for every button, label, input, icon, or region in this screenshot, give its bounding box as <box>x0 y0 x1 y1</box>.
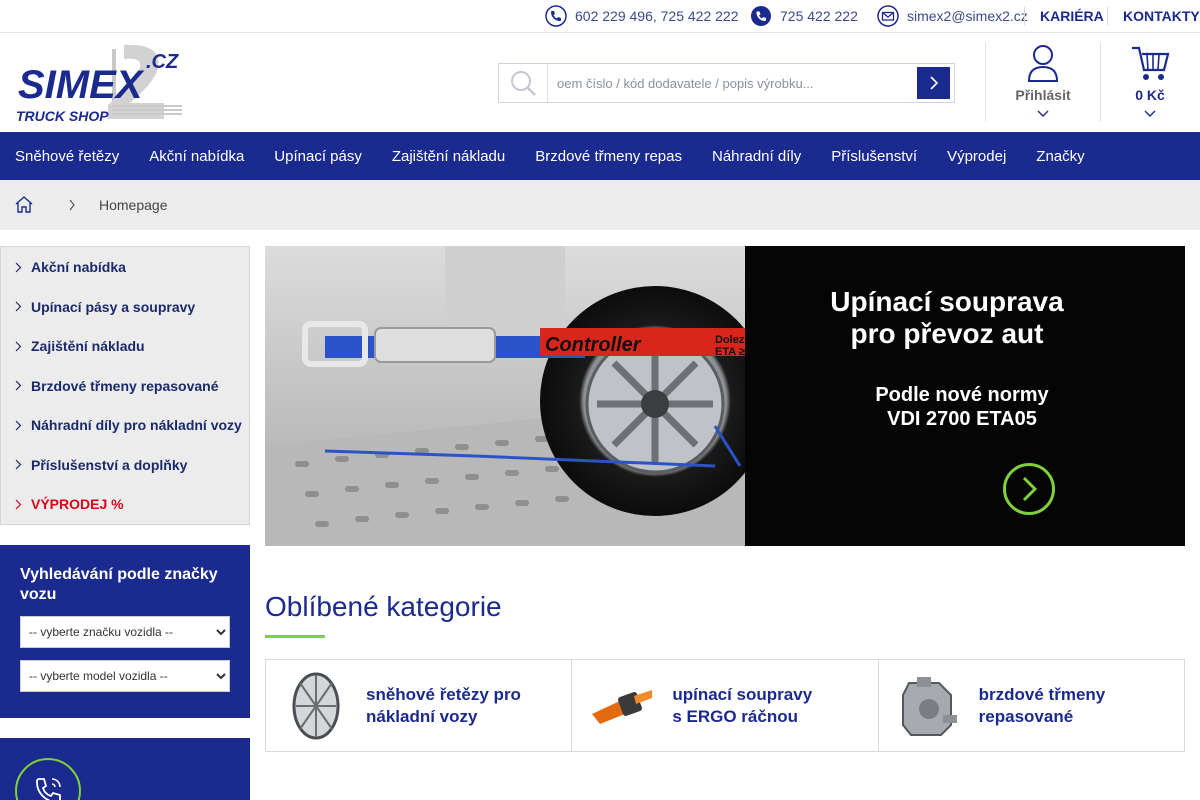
nav-item-accessories[interactable]: Příslušenství <box>831 148 917 165</box>
banner-next-button[interactable] <box>1003 463 1055 515</box>
cart-button[interactable]: 0 Kč <box>1122 43 1178 122</box>
favorites-title: Oblíbené kategorie <box>265 591 502 622</box>
snow-chain-image <box>266 660 366 751</box>
favorite-categories: sněhové řetězy pro nákladní vozy upínací … <box>265 659 1185 752</box>
logo-main: SIMEX <box>18 63 145 107</box>
sidebar-item-sale[interactable]: VÝPRODEJ % <box>1 484 249 524</box>
chevron-right-icon <box>15 459 25 470</box>
chevron-right-icon <box>15 420 25 431</box>
favorite-snow-chains[interactable]: sněhové řetězy pro nákladní vozy <box>266 660 573 751</box>
chevron-right-icon <box>15 499 25 510</box>
site-logo[interactable]: SIMEX .CZ TRUCK SHOP <box>16 43 184 124</box>
sidebar-categories: Akční nabídka Upínací pásy a soupravy Za… <box>0 246 250 525</box>
chevron-right-icon <box>68 198 76 216</box>
chevron-right-icon <box>929 76 938 90</box>
ratchet-strap-image <box>572 660 672 751</box>
cart-total: 0 Kč <box>1135 87 1165 103</box>
nav-item-sale[interactable]: Výprodej <box>947 148 1006 165</box>
email-contact[interactable]: simex2@simex2.cz <box>877 0 1028 32</box>
favorite-label: upínací soupravy s ERGO ráčnou <box>672 684 813 726</box>
phone-icon <box>545 5 567 27</box>
breadcrumb: Homepage <box>0 180 1200 230</box>
sidebar-item-spare-parts[interactable]: Náhradní díly pro nákladní vozy <box>1 405 249 445</box>
nav-item-brands[interactable]: Značky <box>1036 148 1084 165</box>
chevron-down-icon <box>1037 110 1049 117</box>
contacts-link[interactable]: KONTAKTY <box>1123 0 1200 32</box>
chevron-down-icon <box>1144 110 1156 117</box>
banner-subtitle: Podle nové normy VDI 2700 ETA05 <box>875 384 1049 430</box>
sidebar-item-label: Upínací pásy a soupravy <box>31 298 196 315</box>
top-bar: 602 229 496, 725 422 222 725 422 222 sim… <box>0 0 1200 33</box>
promo-banner[interactable]: Controller Dolezych ETA ≥ 0.5 Upínací so… <box>265 246 1185 546</box>
header-divider <box>985 43 986 122</box>
search-input[interactable] <box>557 64 912 102</box>
search-bar <box>498 63 955 103</box>
cart-icon <box>1132 46 1170 80</box>
whatsapp-text: 725 422 222 <box>780 8 858 24</box>
brand-search-title: Vyhledávání podle značky vozu <box>20 566 218 603</box>
sidebar-item-label: Akční nabídka <box>31 259 126 275</box>
favorite-brake-calipers[interactable]: brzdové třmeny repasované <box>879 660 1184 751</box>
career-link[interactable]: KARIÉRA <box>1040 0 1104 32</box>
nav-item-special-offer[interactable]: Akční nabídka <box>149 148 244 165</box>
call-box <box>0 738 250 800</box>
phone-icon[interactable] <box>15 758 81 800</box>
vehicle-brand-select[interactable]: -- vyberte značku vozidla -- <box>20 616 230 648</box>
sidebar-item-special-offer[interactable]: Akční nabídka <box>1 247 249 287</box>
vehicle-brand-search: Vyhledávání podle značky vozu -- vyberte… <box>0 545 250 718</box>
banner-title: Upínací souprava pro převoz aut <box>830 286 1064 349</box>
nav-item-snow-chains[interactable]: Sněhové řetězy <box>15 148 119 165</box>
phone-contact[interactable]: 602 229 496, 725 422 222 <box>545 0 739 32</box>
nav-item-load-securing[interactable]: Zajištění nákladu <box>392 148 505 165</box>
sidebar-item-label: Brzdové třmeny repasované <box>31 377 219 394</box>
sidebar-item-label: VÝPRODEJ % <box>31 496 124 512</box>
sidebar-item-label: Příslušenství a doplňky <box>31 456 188 473</box>
main-nav: Sněhové řetězy Akční nabídka Upínací pás… <box>0 132 1200 180</box>
chevron-right-icon <box>15 380 25 391</box>
email-icon <box>877 5 899 27</box>
home-icon[interactable] <box>14 195 34 218</box>
sidebar-item-accessories[interactable]: Příslušenství a doplňky <box>1 445 249 485</box>
phone-text: 602 229 496, 725 422 222 <box>575 8 739 24</box>
chevron-right-icon <box>1022 476 1038 502</box>
nav-item-lashing-straps[interactable]: Upínací pásy <box>274 148 362 165</box>
nav-item-spare-parts[interactable]: Náhradní díly <box>712 148 801 165</box>
favorites-underline <box>265 635 325 638</box>
login-button[interactable]: Přihlásit <box>1005 43 1081 122</box>
favorite-ratchet-straps[interactable]: upínací soupravy s ERGO ráčnou <box>572 660 879 751</box>
topbar-divider <box>1107 7 1108 25</box>
breadcrumb-current: Homepage <box>99 197 168 213</box>
user-icon <box>1027 45 1059 82</box>
sidebar-item-label: Zajištění nákladu <box>31 338 145 354</box>
header: SIMEX .CZ TRUCK SHOP Přihlásit 0 Kč <box>0 33 1200 132</box>
favorite-label: brzdové třmeny repasované <box>978 684 1106 726</box>
sidebar-item-lashing-straps[interactable]: Upínací pásy a soupravy <box>1 287 249 327</box>
topbar-divider <box>1024 7 1025 25</box>
email-text: simex2@simex2.cz <box>907 8 1028 24</box>
sidebar-item-load-securing[interactable]: Zajištění nákladu <box>1 326 249 366</box>
sidebar-item-label: Náhradní díly pro nákladní vozy <box>31 417 242 433</box>
search-icon <box>499 64 548 102</box>
chevron-right-icon <box>15 262 25 273</box>
favorite-label: sněhové řetězy pro nákladní vozy <box>366 684 521 726</box>
strap-brand: Controller <box>545 334 642 356</box>
logo-tld: .CZ <box>146 51 179 73</box>
chevron-right-icon <box>15 341 25 352</box>
header-divider <box>1100 43 1101 122</box>
brake-caliper-image <box>879 660 979 751</box>
logo-sub: TRUCK SHOP <box>16 108 109 123</box>
sidebar-item-brake-calipers[interactable]: Brzdové třmeny repasované <box>1 366 249 406</box>
nav-item-brake-calipers[interactable]: Brzdové třmeny repas <box>535 148 682 165</box>
login-label: Přihlásit <box>1015 87 1071 103</box>
search-submit-button[interactable] <box>917 67 950 99</box>
whatsapp-icon <box>751 6 771 26</box>
whatsapp-contact[interactable]: 725 422 222 <box>750 0 858 32</box>
vehicle-model-select[interactable]: -- vyberte model vozidla -- <box>20 660 230 692</box>
chevron-right-icon <box>15 301 25 312</box>
